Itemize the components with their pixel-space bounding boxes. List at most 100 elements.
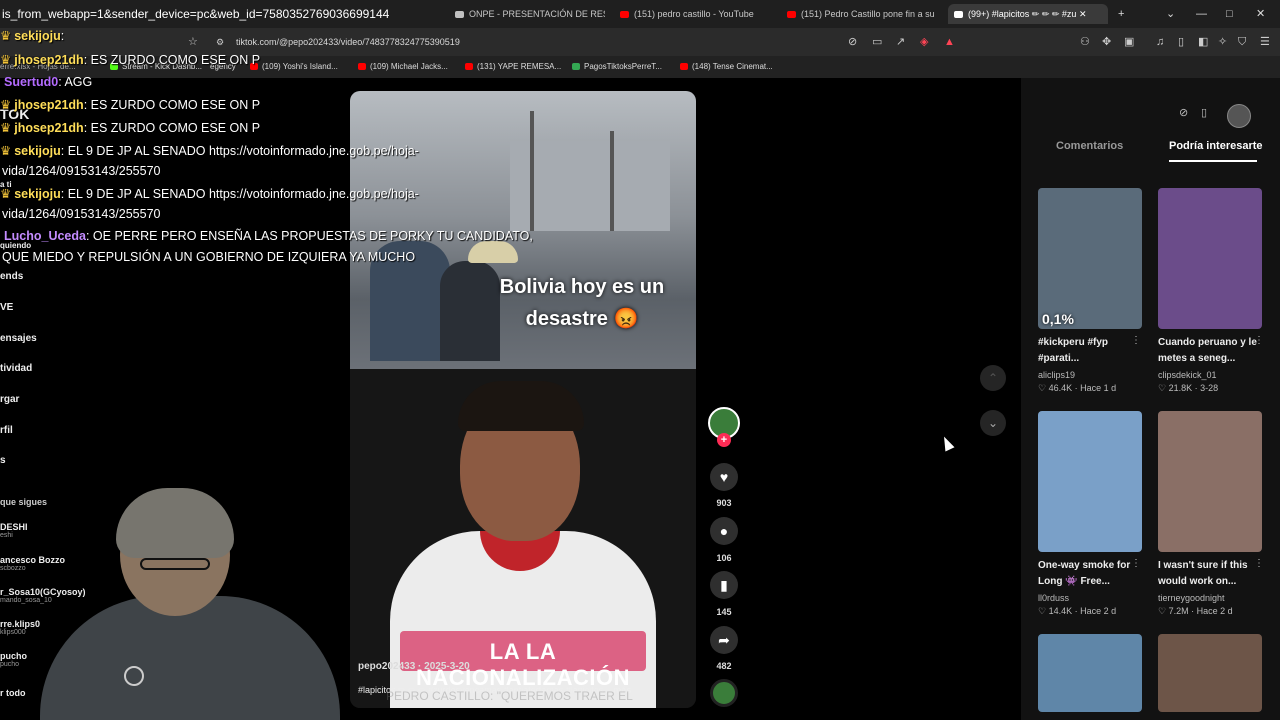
recommended-title[interactable]: One-way smoke for Long 👾 Free... [1038, 558, 1146, 590]
sidebar-item-live[interactable]: VE [0, 302, 13, 313]
wallet-icon[interactable]: ▣ [1124, 35, 1134, 49]
puzzle-extension-icon[interactable]: ✥ [1102, 35, 1111, 49]
menu-icon[interactable]: ☰ [1260, 35, 1270, 49]
following-item[interactable]: r todo [0, 688, 26, 698]
bookmark-item[interactable]: (109) Yoshi's Island... [250, 60, 338, 74]
share-button[interactable]: ➦ [710, 626, 738, 654]
follow-plus-button[interactable]: + [717, 433, 731, 447]
browser-tab-bar: is_from_webapp=1&sender_device=pc&web_id… [0, 0, 1280, 28]
recommended-user[interactable]: tierneygoodnight [1158, 593, 1225, 603]
recommended-thumbnail[interactable] [1038, 411, 1142, 552]
more-options-icon[interactable]: ⋮ [1254, 335, 1264, 346]
more-options-icon[interactable]: ⋮ [1131, 558, 1141, 569]
streamer-glasses [140, 558, 210, 570]
like-button[interactable]: ♥ [710, 463, 738, 491]
sidebar-item-messages[interactable]: ensajes [0, 333, 37, 344]
tab-list-icon[interactable]: ⌄ [1166, 4, 1175, 24]
chat-text: vida/1264/09153143/255570 [2, 207, 161, 221]
like-count: 903 [716, 498, 732, 508]
bookmark-label: PagosTiktoksPerreT... [584, 62, 662, 71]
following-item[interactable]: DESHI eshi [0, 522, 28, 539]
bookmark-item[interactable]: PagosTiktoksPerreT... [572, 60, 662, 74]
bookmark-item[interactable]: (131) YAPE REMESA... [465, 60, 561, 74]
save-count: 145 [716, 607, 732, 617]
post-age: Hace 1 d [1080, 383, 1117, 393]
youtube-icon [465, 63, 473, 70]
send-icon[interactable]: ⊘ [1179, 106, 1188, 119]
previous-video-button[interactable]: ⌃ [980, 365, 1006, 391]
brave-shield-icon[interactable]: ◈ [920, 35, 928, 49]
chat-message: ♛ jhosep21dh: ES ZURDO COMO ESE ON P [0, 52, 260, 68]
recommended-user[interactable]: ll0rduss [1038, 593, 1069, 603]
browser-tab[interactable]: is_from_webapp=1&sender_device=pc&web_id… [2, 4, 457, 24]
profile-avatar[interactable] [1227, 104, 1251, 128]
browser-tab[interactable]: (151) pedro castillo - YouTube [620, 4, 775, 24]
browser-tab[interactable]: (151) Pedro Castillo pone fin a su p [787, 4, 937, 24]
chat-message: vida/1264/09153143/255570 [2, 163, 160, 179]
bookmark-item[interactable]: (148) Tense Cinemat... [680, 60, 773, 74]
music-disc[interactable] [710, 679, 738, 707]
youtube-icon [620, 11, 629, 18]
recommended-title[interactable]: Cuando peruano y le metes a seneg... [1158, 335, 1266, 367]
address-bar[interactable]: tiktok.com/@pepo202433/video/74837783247… [236, 34, 460, 50]
new-tab-button[interactable]: + [1118, 4, 1124, 24]
recommended-thumbnail[interactable]: 0,1% [1038, 188, 1142, 329]
comment-count: 106 [716, 553, 732, 563]
minimize-button[interactable]: — [1196, 4, 1207, 24]
bookmark-star-icon[interactable]: ☆ [188, 35, 198, 49]
install-app-icon[interactable]: ▭ [872, 35, 882, 49]
recommended-thumbnail[interactable] [1038, 634, 1142, 712]
video-author[interactable]: pepo202433 · 2025-3-20 [358, 661, 470, 672]
site-info-icon[interactable]: ⚙ [216, 35, 224, 49]
next-video-button[interactable]: ⌄ [980, 410, 1006, 436]
tab-comments[interactable]: Comentarios [1056, 140, 1123, 152]
recommended-user[interactable]: clipsdekick_01 [1158, 370, 1217, 380]
more-options-icon[interactable]: ⋮ [1254, 558, 1264, 569]
chat-text: : AGG [58, 75, 93, 89]
sidebar-item-activity[interactable]: tividad [0, 363, 32, 374]
comment-button[interactable]: ● [710, 517, 738, 545]
close-tab-icon[interactable]: ✕ [1079, 9, 1087, 19]
chat-message: Lucho_Uceda: OE PERRE PERO ENSEÑA LAS PR… [4, 228, 533, 244]
leo-icon[interactable]: ✧ [1218, 35, 1227, 49]
chat-username: sekijoju [14, 144, 61, 158]
browser-tab[interactable]: ONPE - PRESENTACIÓN DE RESULT [455, 4, 605, 24]
recommended-user[interactable]: aliclips19 [1038, 370, 1075, 380]
vpn-icon[interactable]: ◧ [1198, 35, 1208, 49]
post-age: 3-28 [1200, 383, 1219, 393]
tab-recommended[interactable]: Podría interesarte [1169, 140, 1263, 152]
following-item[interactable]: pucho pucho [0, 651, 27, 668]
shield-icon[interactable]: ⛉ [1238, 35, 1246, 49]
youtube-icon [680, 63, 688, 70]
translate-icon[interactable]: ⊘ [848, 35, 857, 49]
person-hair [458, 381, 584, 431]
browser-tab-active[interactable]: (99+) #lapicitos ✏ ✏ ✏ #zu ✕ [948, 4, 1108, 24]
bookmark-item[interactable]: (109) Michael Jacks... [358, 60, 448, 74]
maximize-button[interactable]: □ [1226, 4, 1233, 24]
chat-message: ♛ jhosep21dh: ES ZURDO COMO ESE ON P [0, 97, 260, 113]
sidebar-icon[interactable]: ▯ [1178, 35, 1184, 49]
recommended-thumbnail[interactable] [1158, 188, 1262, 329]
sidebar-item-upload[interactable]: rgar [0, 394, 19, 405]
recommended-thumbnail[interactable] [1158, 411, 1262, 552]
post-age: Hace 2 d [1196, 606, 1233, 616]
recommended-title[interactable]: #kickperu #fyp #parati... [1038, 335, 1146, 367]
video-player[interactable]: Bolivia hoy es un desastre 😡 LA LA NACIO… [350, 91, 696, 708]
chat-text: : ES ZURDO COMO ESE ON P [83, 98, 261, 112]
media-icon[interactable]: ♫ [1156, 35, 1164, 49]
crown-badge-icon: ♛ [0, 187, 12, 201]
sidebar-item-friends[interactable]: ends [0, 271, 23, 282]
rewards-icon[interactable]: ▲ [944, 35, 955, 49]
tab-label: (151) Pedro Castillo pone fin a su p [801, 9, 937, 19]
recommended-thumbnail[interactable] [1158, 634, 1262, 712]
sidebar-item-more[interactable]: s [0, 455, 6, 466]
share-icon[interactable]: ↗ [896, 35, 905, 49]
more-options-icon[interactable]: ⋮ [1131, 335, 1141, 346]
tab-label: (99+) #lapicitos ✏ ✏ ✏ #zu [968, 9, 1077, 19]
device-icon[interactable]: ▯ [1201, 106, 1207, 119]
save-button[interactable]: ▮ [710, 571, 738, 599]
recommended-title[interactable]: I wasn't sure if this would work on... [1158, 558, 1266, 590]
sidebar-item-profile[interactable]: rfil [0, 425, 13, 436]
close-window-button[interactable]: ✕ [1256, 4, 1265, 24]
extension-icon[interactable]: ⚇ [1080, 35, 1090, 49]
